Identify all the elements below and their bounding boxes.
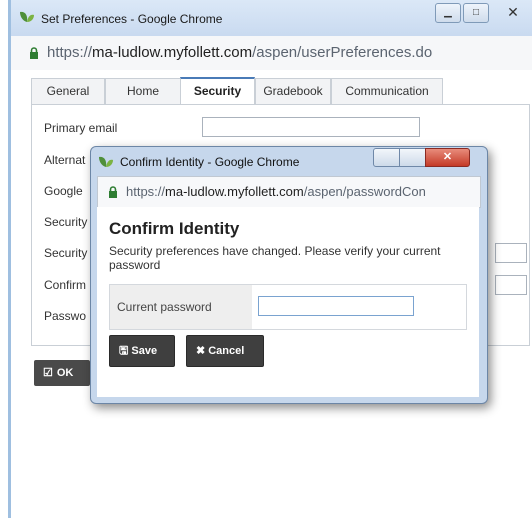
url-host: ma-ludlow.myfollett.com <box>165 184 304 199</box>
lock-icon <box>29 46 39 64</box>
security-answer-input[interactable] <box>495 243 527 263</box>
url-scheme: https:// <box>126 184 166 199</box>
save-button[interactable]: 🖫 Save <box>109 335 175 367</box>
lock-icon <box>108 185 118 203</box>
primary-email-input[interactable] <box>202 117 420 137</box>
url-host: ma-ludlow.myfollett.com <box>92 44 253 61</box>
security-question-label: Security <box>44 215 88 229</box>
current-password-label: Current password <box>110 285 252 329</box>
dialog-url: https://ma-ludlow.myfollett.com/aspen/pa… <box>126 184 476 199</box>
save-icon: 🖫 <box>119 345 129 357</box>
primary-email-label: Primary email <box>44 121 118 135</box>
address-bar[interactable]: https://ma-ludlow.myfollett.com/aspen/us… <box>11 36 532 71</box>
password-label: Passwo <box>44 309 87 323</box>
dialog-minimize-button[interactable] <box>373 148 400 167</box>
url-scheme: https:// <box>47 44 93 61</box>
tab-communication[interactable]: Communication <box>331 78 443 104</box>
form-row: Primary email <box>38 115 420 141</box>
url-path: /aspen/userPreferences.do <box>252 44 433 61</box>
close-button[interactable]: ✕ <box>501 3 525 21</box>
tab-gradebook[interactable]: Gradebook <box>255 78 331 104</box>
cancel-icon: ✖ <box>196 345 206 357</box>
tab-security[interactable]: Security <box>180 77 255 105</box>
dialog-body: Confirm Identity Security preferences ha… <box>97 207 479 397</box>
google-label: Google <box>44 184 83 198</box>
dialog-title: Confirm Identity - Google Chrome <box>120 155 300 169</box>
address-url: https://ma-ludlow.myfollett.com/aspen/us… <box>47 44 432 61</box>
url-path: /aspen/passwordCon <box>303 184 426 199</box>
confirm-identity-dialog: Confirm Identity - Google Chrome ✕ https… <box>90 146 488 404</box>
check-square-icon: ☑ <box>43 367 53 379</box>
maximize-button[interactable]: □ <box>463 3 489 23</box>
app-logo-icon <box>19 10 35 29</box>
password-form: Current password <box>109 284 467 330</box>
dialog-close-button[interactable]: ✕ <box>425 148 470 167</box>
dialog-titlebar: Confirm Identity - Google Chrome ✕ <box>91 147 487 175</box>
minimize-button[interactable]: ▁ <box>435 3 461 23</box>
alternate-email-label: Alternat <box>44 153 86 167</box>
confirm-label: Confirm <box>44 278 87 292</box>
ok-button[interactable]: ☑ OK <box>34 360 90 386</box>
dialog-maximize-button[interactable] <box>399 148 426 167</box>
dialog-address-bar[interactable]: https://ma-ludlow.myfollett.com/aspen/pa… <box>97 176 481 208</box>
cancel-button[interactable]: ✖ Cancel <box>186 335 264 367</box>
cancel-label: Cancel <box>208 345 245 357</box>
confirm-input[interactable] <box>495 275 527 295</box>
tab-home[interactable]: Home <box>105 78 181 104</box>
security-answer-label: Security <box>44 246 88 260</box>
tab-general[interactable]: General <box>31 78 105 104</box>
ok-label: OK <box>56 367 74 379</box>
current-password-input[interactable] <box>258 296 414 316</box>
dialog-heading: Confirm Identity <box>109 219 240 238</box>
dialog-logo-icon <box>98 155 114 174</box>
main-titlebar: Set Preferences - Google Chrome ▁ □ ✕ <box>11 0 532 36</box>
window-title: Set Preferences - Google Chrome <box>41 12 223 26</box>
dialog-message: Security preferences have changed. Pleas… <box>109 244 441 272</box>
save-label: Save <box>131 345 158 357</box>
